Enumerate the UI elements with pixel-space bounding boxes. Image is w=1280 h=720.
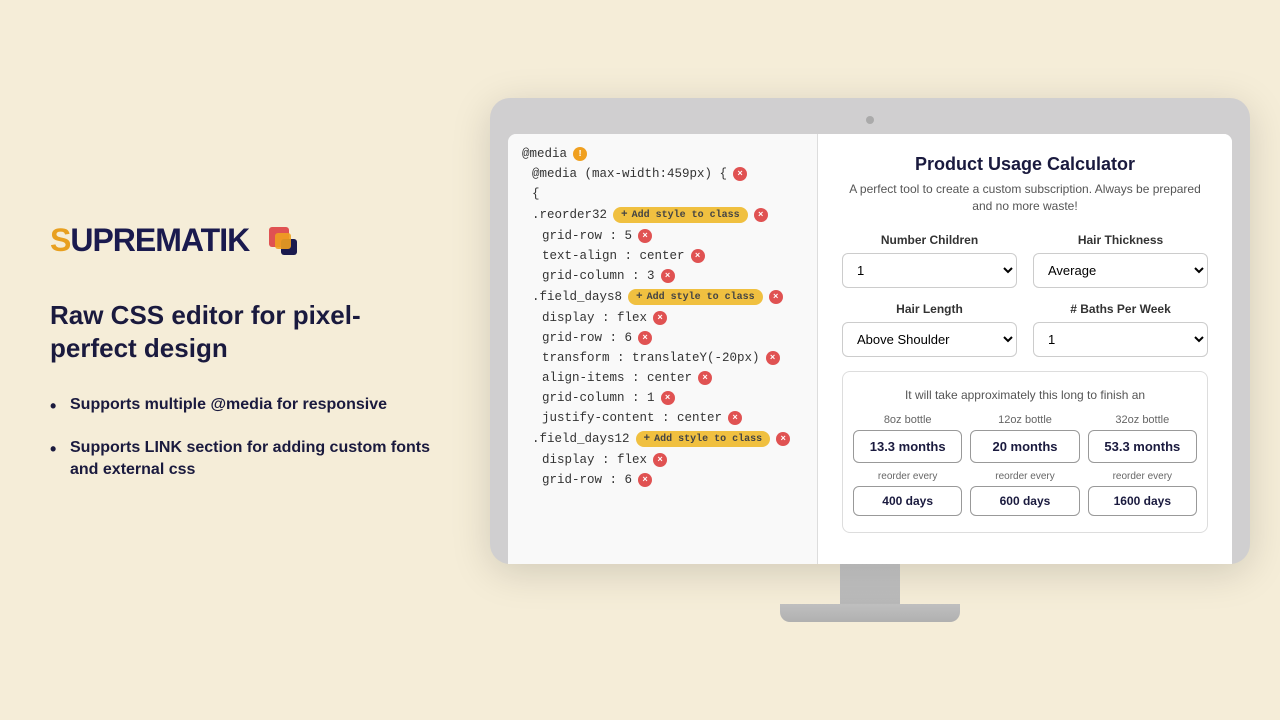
close-icon[interactable]: × xyxy=(661,269,675,283)
css-line-media-query: @media (max-width:459px) { × xyxy=(508,164,817,184)
calc-reorder-row: reorder every 400 days reorder every 600… xyxy=(853,471,1197,516)
css-line-display-flex-1: display : flex × xyxy=(508,308,817,328)
reorder-days-32oz: 1600 days xyxy=(1088,486,1197,516)
css-line-grid-row-5: grid-row : 5 × xyxy=(508,226,817,246)
close-icon[interactable]: × xyxy=(661,391,675,405)
brand-icon xyxy=(261,219,305,263)
close-icon[interactable]: × xyxy=(754,208,768,222)
hair-thickness-label: Hair Thickness xyxy=(1033,233,1208,247)
baths-per-week-field: # Baths Per Week 1 2 3 xyxy=(1033,302,1208,357)
feature-list: Supports multiple @media for responsive … xyxy=(50,394,430,481)
calc-result-description: It will take approximately this long to … xyxy=(853,388,1197,402)
css-line-display-flex-2: display : flex × xyxy=(508,450,817,470)
monitor-stand xyxy=(780,564,960,622)
left-panel: SUPREMATIK Raw CSS editor for pixel-perf… xyxy=(0,179,480,542)
reorder-col-32oz: reorder every 1600 days xyxy=(1088,471,1197,516)
calc-result-box: It will take approximately this long to … xyxy=(842,371,1208,533)
reorder-label-12oz: reorder every xyxy=(970,471,1079,482)
logo-area: SUPREMATIK xyxy=(50,219,430,263)
close-icon[interactable]: × xyxy=(638,229,652,243)
calc-row-1: Number Children 1 2 3 Hair Thickness Fin… xyxy=(842,233,1208,288)
feature-item-1: Supports multiple @media for responsive xyxy=(50,394,430,416)
add-style-badge-3[interactable]: + Add style to class xyxy=(636,431,771,447)
bottle-col-32oz: 32oz bottle 53.3 months xyxy=(1088,414,1197,463)
logo-rest: UPREMATIK xyxy=(70,222,249,258)
hair-thickness-field: Hair Thickness Fine Average Thick xyxy=(1033,233,1208,288)
number-children-label: Number Children xyxy=(842,233,1017,247)
calculator-subtitle: A perfect tool to create a custom subscr… xyxy=(842,181,1208,215)
plus-icon: + xyxy=(636,291,643,303)
css-line-text-align: text-align : center × xyxy=(508,246,817,266)
bottle-label-12oz: 12oz bottle xyxy=(970,414,1079,426)
close-icon[interactable]: × xyxy=(638,473,652,487)
calculator-title: Product Usage Calculator xyxy=(842,154,1208,175)
brand-logo: SUPREMATIK xyxy=(50,222,249,259)
close-icon[interactable]: × xyxy=(766,351,780,365)
bottle-col-12oz: 12oz bottle 20 months xyxy=(970,414,1079,463)
baths-per-week-label: # Baths Per Week xyxy=(1033,302,1208,316)
css-line-field-days8: .field_days8 + Add style to class × xyxy=(508,286,817,308)
number-children-field: Number Children 1 2 3 xyxy=(842,233,1017,288)
css-line-reorder32: .reorder32 + Add style to class × xyxy=(508,204,817,226)
baths-per-week-select[interactable]: 1 2 3 xyxy=(1033,322,1208,357)
add-style-badge-2[interactable]: + Add style to class xyxy=(628,289,763,305)
close-icon[interactable]: × xyxy=(728,411,742,425)
bottle-col-8oz: 8oz bottle 13.3 months xyxy=(853,414,962,463)
close-icon[interactable]: × xyxy=(769,290,783,304)
close-icon[interactable]: × xyxy=(638,331,652,345)
close-icon[interactable]: × xyxy=(698,371,712,385)
bottle-months-12oz: 20 months xyxy=(970,430,1079,463)
bottle-months-32oz: 53.3 months xyxy=(1088,430,1197,463)
css-line-grid-row-6b: grid-row : 6 × xyxy=(508,470,817,490)
hair-length-select[interactable]: Short Above Shoulder Shoulder Long xyxy=(842,322,1017,357)
close-icon[interactable]: × xyxy=(653,453,667,467)
css-line-grid-col-1: grid-column : 1 × xyxy=(508,388,817,408)
monitor-dot xyxy=(866,116,874,124)
bottle-label-8oz: 8oz bottle xyxy=(853,414,962,426)
tagline: Raw CSS editor for pixel-perfect design xyxy=(50,299,430,367)
hair-length-field: Hair Length Short Above Shoulder Shoulde… xyxy=(842,302,1017,357)
reorder-col-12oz: reorder every 600 days xyxy=(970,471,1079,516)
hair-thickness-select[interactable]: Fine Average Thick xyxy=(1033,253,1208,288)
reorder-label-32oz: reorder every xyxy=(1088,471,1197,482)
calc-bottles-row: 8oz bottle 13.3 months 12oz bottle 20 mo… xyxy=(853,414,1197,463)
monitor-container: @media ! @media (max-width:459px) { × { … xyxy=(480,78,1280,642)
css-line-brace: { xyxy=(508,184,817,204)
hair-length-label: Hair Length xyxy=(842,302,1017,316)
reorder-days-8oz: 400 days xyxy=(853,486,962,516)
css-line-align-items: align-items : center × xyxy=(508,368,817,388)
close-icon[interactable]: × xyxy=(733,167,747,181)
warning-icon: ! xyxy=(573,147,587,161)
calculator-panel: Product Usage Calculator A perfect tool … xyxy=(818,134,1232,564)
calc-row-2: Hair Length Short Above Shoulder Shoulde… xyxy=(842,302,1208,357)
css-line-grid-row-6: grid-row : 6 × xyxy=(508,328,817,348)
bottle-label-32oz: 32oz bottle xyxy=(1088,414,1197,426)
css-line-justify-content: justify-content : center × xyxy=(508,408,817,428)
close-icon[interactable]: × xyxy=(776,432,790,446)
close-icon[interactable]: × xyxy=(653,311,667,325)
monitor-screen: @media ! @media (max-width:459px) { × { … xyxy=(508,134,1232,564)
css-line-transform: transform : translateY(-20px) × xyxy=(508,348,817,368)
reorder-col-8oz: reorder every 400 days xyxy=(853,471,962,516)
add-style-badge-1[interactable]: + Add style to class xyxy=(613,207,748,223)
css-line-field-days12: .field_days12 + Add style to class × xyxy=(508,428,817,450)
number-children-select[interactable]: 1 2 3 xyxy=(842,253,1017,288)
reorder-days-12oz: 600 days xyxy=(970,486,1079,516)
plus-icon: + xyxy=(644,433,651,445)
plus-icon: + xyxy=(621,209,628,221)
feature-item-2: Supports LINK section for adding custom … xyxy=(50,437,430,482)
monitor: @media ! @media (max-width:459px) { × { … xyxy=(490,98,1250,564)
bottle-months-8oz: 13.3 months xyxy=(853,430,962,463)
stand-base xyxy=(780,604,960,622)
css-line-grid-col-3: grid-column : 3 × xyxy=(508,266,817,286)
css-line-media: @media ! xyxy=(508,144,817,164)
stand-neck xyxy=(840,564,900,604)
logo-s: S xyxy=(50,222,70,258)
reorder-label-8oz: reorder every xyxy=(853,471,962,482)
css-editor-panel: @media ! @media (max-width:459px) { × { … xyxy=(508,134,818,564)
close-icon[interactable]: × xyxy=(691,249,705,263)
